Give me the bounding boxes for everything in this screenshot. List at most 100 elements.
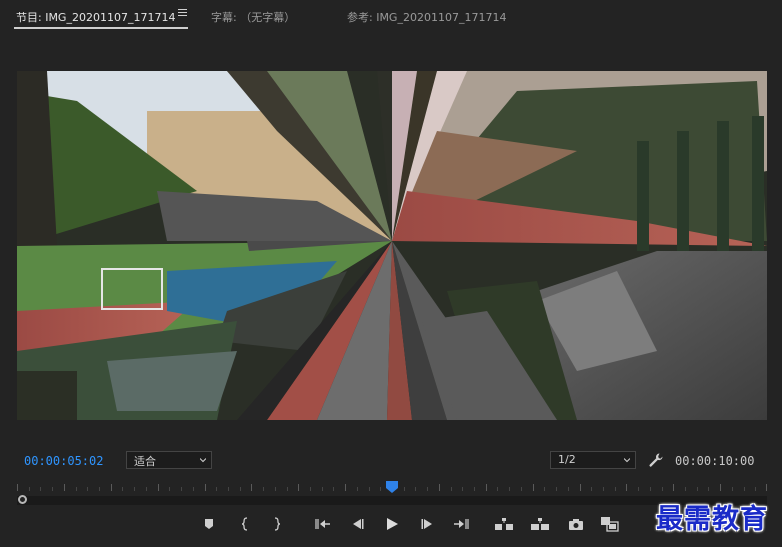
- playhead-marker[interactable]: [385, 481, 399, 493]
- ruler-minor-tick: [462, 487, 463, 491]
- playback-resolution-value: 1/2: [558, 453, 576, 466]
- fit-zoom-select[interactable]: 适合: [126, 451, 212, 469]
- go-to-out-button[interactable]: [451, 514, 471, 534]
- ruler-minor-tick: [275, 487, 276, 491]
- ruler-minor-tick: [357, 487, 358, 491]
- fit-zoom-select-value: 适合: [134, 455, 156, 468]
- ruler-minor-tick: [87, 487, 88, 491]
- ruler-major-tick: [720, 484, 721, 491]
- ruler-minor-tick: [333, 487, 334, 491]
- comparison-view-icon: [601, 517, 619, 532]
- panel-tab-bar: 节目: IMG_20201107_171714 字幕: （无字幕） 参考: IM…: [0, 0, 782, 32]
- ruler-minor-tick: [697, 487, 698, 491]
- ruler-minor-tick: [52, 487, 53, 491]
- comparison-view-button[interactable]: [600, 514, 620, 534]
- wrench-settings-icon[interactable]: [648, 452, 664, 468]
- ruler-minor-tick: [76, 487, 77, 491]
- go-to-in-icon: [315, 519, 330, 529]
- ruler-minor-tick: [134, 487, 135, 491]
- ruler-minor-tick: [29, 487, 30, 491]
- ruler-minor-tick: [591, 487, 592, 491]
- ruler-minor-tick: [521, 487, 522, 491]
- ruler-major-tick: [439, 484, 440, 491]
- playback-resolution-select[interactable]: 1/2: [550, 451, 636, 469]
- add-marker-icon: [205, 519, 213, 529]
- step-back-button[interactable]: [347, 514, 367, 534]
- export-frame-button[interactable]: [566, 514, 586, 534]
- ruler-minor-tick: [193, 487, 194, 491]
- ruler-minor-tick: [240, 487, 241, 491]
- zoom-scrollbar-track[interactable]: [17, 496, 767, 505]
- program-monitor-video[interactable]: [17, 71, 767, 420]
- ruler-minor-tick: [638, 487, 639, 491]
- ruler-major-tick: [205, 484, 206, 491]
- ruler-minor-tick: [708, 487, 709, 491]
- ruler-minor-tick: [40, 487, 41, 491]
- ruler-major-tick: [17, 484, 18, 491]
- ruler-minor-tick: [310, 487, 311, 491]
- zoom-scrollbar-handle[interactable]: [18, 495, 27, 504]
- tab-captions[interactable]: 字幕: （无字幕）: [211, 9, 295, 25]
- mark-out-button[interactable]: [267, 514, 287, 534]
- ruler-major-tick: [626, 484, 627, 491]
- ruler-minor-tick: [216, 487, 217, 491]
- lift-button[interactable]: [494, 514, 514, 534]
- ruler-major-tick: [251, 484, 252, 491]
- add-marker-button[interactable]: [199, 514, 219, 534]
- ruler-minor-tick: [263, 487, 264, 491]
- ruler-minor-tick: [732, 487, 733, 491]
- extract-button[interactable]: [530, 514, 550, 534]
- ruler-minor-tick: [427, 487, 428, 491]
- ruler-major-tick: [111, 484, 112, 491]
- step-forward-icon: [421, 519, 432, 529]
- ruler-minor-tick: [228, 487, 229, 491]
- ruler-minor-tick: [755, 487, 756, 491]
- export-frame-icon: [569, 518, 583, 530]
- mark-in-icon: [241, 517, 248, 531]
- ruler-minor-tick: [380, 487, 381, 491]
- watermark-logo: 最需教育: [656, 504, 768, 535]
- play-button[interactable]: [382, 514, 402, 534]
- step-forward-button[interactable]: [418, 514, 438, 534]
- duration-timecode: 00:00:10:00: [675, 454, 755, 468]
- ruler-major-tick: [673, 484, 674, 491]
- panel-menu-icon[interactable]: [178, 9, 187, 18]
- ruler-minor-tick: [509, 487, 510, 491]
- ruler-minor-tick: [415, 487, 416, 491]
- chevron-down-icon: [624, 458, 630, 463]
- step-back-icon: [353, 519, 364, 529]
- ruler-minor-tick: [287, 487, 288, 491]
- ruler-major-tick: [533, 484, 534, 491]
- mark-in-button[interactable]: [235, 514, 255, 534]
- ruler-minor-tick: [451, 487, 452, 491]
- ruler-minor-tick: [497, 487, 498, 491]
- ruler-minor-tick: [146, 487, 147, 491]
- ruler-major-tick: [486, 484, 487, 491]
- tab-reference[interactable]: 参考: IMG_20201107_171714: [347, 9, 506, 25]
- ruler-major-tick: [345, 484, 346, 491]
- ruler-minor-tick: [122, 487, 123, 491]
- video-frame-image: [17, 71, 767, 420]
- ruler-major-tick: [298, 484, 299, 491]
- ruler-minor-tick: [181, 487, 182, 491]
- ruler-minor-tick: [369, 487, 370, 491]
- ruler-minor-tick: [474, 487, 475, 491]
- ruler-major-tick: [158, 484, 159, 491]
- extract-icon: [531, 518, 549, 530]
- go-to-in-button[interactable]: [313, 514, 333, 534]
- ruler-minor-tick: [556, 487, 557, 491]
- ruler-minor-tick: [650, 487, 651, 491]
- ruler-minor-tick: [544, 487, 545, 491]
- mark-out-icon: [274, 517, 281, 531]
- tab-program[interactable]: 节目: IMG_20201107_171714: [16, 9, 175, 25]
- ruler-major-tick: [766, 484, 767, 491]
- ruler-minor-tick: [685, 487, 686, 491]
- current-timecode[interactable]: 00:00:05:02: [24, 454, 103, 468]
- ruler-minor-tick: [744, 487, 745, 491]
- lift-icon: [495, 518, 513, 530]
- chevron-down-icon: [200, 458, 206, 463]
- play-icon: [387, 518, 398, 530]
- ruler-minor-tick: [404, 487, 405, 491]
- ruler-minor-tick: [169, 487, 170, 491]
- ruler-minor-tick: [662, 487, 663, 491]
